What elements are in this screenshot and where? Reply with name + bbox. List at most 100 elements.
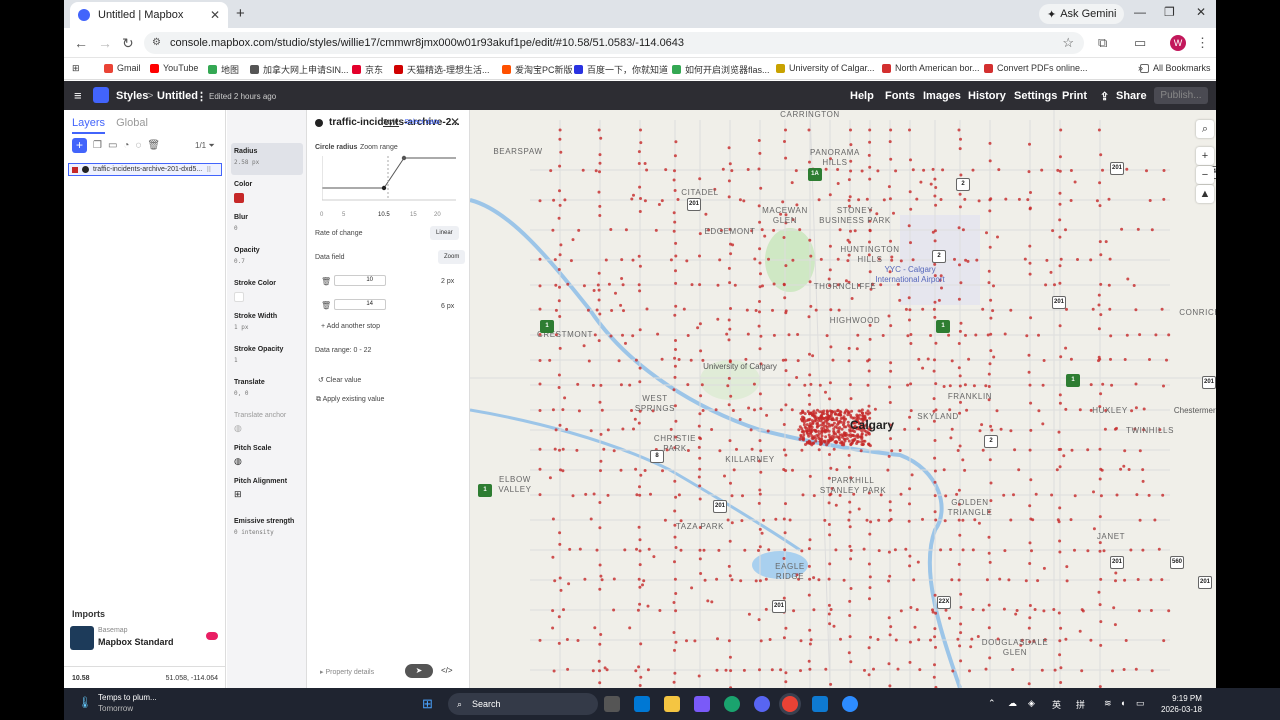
bookmark-item[interactable]: 爱淘宝PC新版 [502,63,573,76]
rate-of-change-select[interactable]: Linear [430,226,459,240]
delete-icon[interactable]: 🗑 [147,140,160,151]
clock[interactable]: 9:19 PM 2026-03-18 [1161,693,1202,715]
share-icon[interactable]: ⇪ [1100,90,1109,103]
close-tab-icon[interactable]: ✕ [210,8,220,22]
compass-icon[interactable]: ▲ [1196,185,1214,203]
extensions-icon[interactable]: ⧉ [1098,35,1107,51]
tab-style[interactable]: Style [383,119,399,127]
site-info-icon[interactable]: ⚙ [152,37,161,48]
zoom-app-icon[interactable] [842,696,858,712]
discord-icon[interactable] [754,696,770,712]
nav-help[interactable]: Help [850,90,874,102]
prop-opacity[interactable]: Opacity 0.7 [234,247,260,265]
browser-tab[interactable]: Untitled | Mapbox ✕ [70,2,228,28]
profile-avatar[interactable]: W [1170,35,1186,51]
nav-share[interactable]: Share [1116,90,1147,102]
publish-button[interactable]: Publish... [1154,87,1208,104]
copilot-icon[interactable] [694,696,710,712]
all-bookmarks[interactable]: All Bookmarks [1140,63,1211,73]
maximize-icon[interactable]: ❐ [1164,5,1175,19]
duplicate-icon[interactable]: ❐ [93,140,102,151]
tab-global[interactable]: Global [116,117,148,129]
property-details-toggle[interactable]: ▸ Property details [320,668,374,676]
stop-output[interactable]: 2 px [441,278,454,285]
ask-gemini-button[interactable]: ✦ Ask Gemini [1039,4,1125,24]
basemap-item[interactable]: Basemap Mapbox Standard [70,624,220,652]
new-tab-button[interactable]: + [236,5,245,22]
folder-icon[interactable]: ▭ [108,140,117,151]
stop-output[interactable]: 6 px [441,303,454,310]
style-title[interactable]: Untitled [157,90,198,102]
styles-link[interactable]: Styles [116,90,148,102]
nav-history[interactable]: History [968,90,1006,102]
back-icon[interactable]: ← [74,35,88,51]
delete-stop-icon[interactable]: 🗑 [321,277,331,286]
bookmark-item[interactable]: Gmail [104,63,141,73]
file-explorer-icon[interactable] [664,696,680,712]
prop-emissive-strength[interactable]: Emissive strength 0 intensity [234,518,294,536]
bookmark-star-icon[interactable]: ☆ [1062,35,1074,51]
style-menu-icon[interactable]: ⋮ [196,90,207,103]
close-window-icon[interactable]: ✕ [1196,5,1206,19]
ime-mode[interactable]: 拼 [1076,698,1085,711]
add-layer-button[interactable]: + [72,138,87,153]
windows-start-icon[interactable]: ⊞ [422,696,433,712]
stroke-color-swatch[interactable] [234,292,244,302]
forward-icon[interactable]: → [98,35,112,51]
data-field-select[interactable]: Zoom [438,250,466,264]
chrome-icon[interactable] [782,696,798,712]
delete-stop-icon[interactable]: 🗑 [321,301,331,310]
tray-overflow-icon[interactable]: ⌃ [988,698,996,709]
prop-pitch-scale[interactable]: Pitch Scale [234,445,271,452]
bookmark-item[interactable]: 如何开启浏览器flas... [672,63,770,76]
prop-color[interactable]: Color [234,181,252,188]
taskbar-search[interactable]: ⌕ Search [448,693,598,715]
color-swatch[interactable] [234,193,244,203]
data-icon[interactable]: ◔ [123,140,129,151]
menu-dots-icon[interactable]: ⋮ [1196,35,1209,51]
apply-existing-button[interactable]: ⧉ Apply existing value [316,396,384,404]
nav-images[interactable]: Images [923,90,961,102]
battery-icon[interactable]: ▭ [1136,698,1145,709]
stop-input[interactable]: 10 [334,275,386,286]
bookmark-item[interactable]: Convert PDFs online... [984,63,1088,73]
wifi-icon[interactable]: ≋ [1104,698,1112,709]
prop-translate-anchor[interactable]: Translate anchor [234,412,286,419]
stop-input[interactable]: 14 [334,299,386,310]
ime-language[interactable]: 英 [1052,698,1061,711]
reload-icon[interactable]: ↻ [122,35,134,52]
layer-item[interactable]: traffic-incidents-archive-201-dxd5... ⠿ [68,163,222,176]
tray-app-icon[interactable]: ◈ [1028,698,1035,709]
volume-icon[interactable]: ◖ [1120,698,1125,708]
nav-fonts[interactable]: Fonts [885,90,915,102]
url-bar[interactable]: ⚙ console.mapbox.com/studio/styles/willi… [144,32,1084,54]
bookmark-item[interactable]: YouTube [150,63,198,73]
map-canvas[interactable]: BEARSPAW CARRINGTON PANORAMA HILLS CITADEL M… [470,110,1216,688]
basemap-toggle[interactable] [206,632,218,640]
bookmark-item[interactable]: 百度一下，你就知道 [574,63,668,76]
add-stop-button[interactable]: + Add another stop [321,323,380,330]
bookmark-item[interactable]: North American bor... [882,63,980,73]
close-editor-icon[interactable]: ✕ [450,115,460,129]
zoom-range-graph[interactable] [322,154,456,212]
bookmark-item[interactable]: 天猫精选-理想生活... [394,63,490,76]
nav-settings[interactable]: Settings [1014,90,1057,102]
clear-value-button[interactable]: ↺ Clear value [318,376,361,384]
weather-icon[interactable]: 🌡 [78,696,92,709]
onedrive-icon[interactable]: ☁ [1008,698,1017,709]
store-icon[interactable] [634,696,650,712]
vscode-icon[interactable] [812,696,828,712]
tab-select-data[interactable]: Select data [404,119,439,126]
hide-icon[interactable]: ◌ [135,140,141,151]
bookmark-item[interactable]: 加拿大网上申请SIN... [250,63,349,76]
cast-icon[interactable]: ▭ [1134,35,1146,51]
tab-layers[interactable]: Layers [72,117,106,134]
prop-pitch-alignment[interactable]: Pitch Alignment [234,478,287,485]
prop-stroke-color[interactable]: Stroke Color [234,280,276,287]
pointer-mode-icon[interactable]: ➤ [405,664,433,678]
hamburger-menu-icon[interactable]: ≡ [74,88,82,103]
prop-translate[interactable]: Translate 0, 0 [234,379,265,397]
zoom-out-icon[interactable]: − [1196,166,1214,184]
prop-stroke-opacity[interactable]: Stroke Opacity 1 [234,346,283,364]
bookmark-item[interactable]: 京东 [352,63,383,76]
